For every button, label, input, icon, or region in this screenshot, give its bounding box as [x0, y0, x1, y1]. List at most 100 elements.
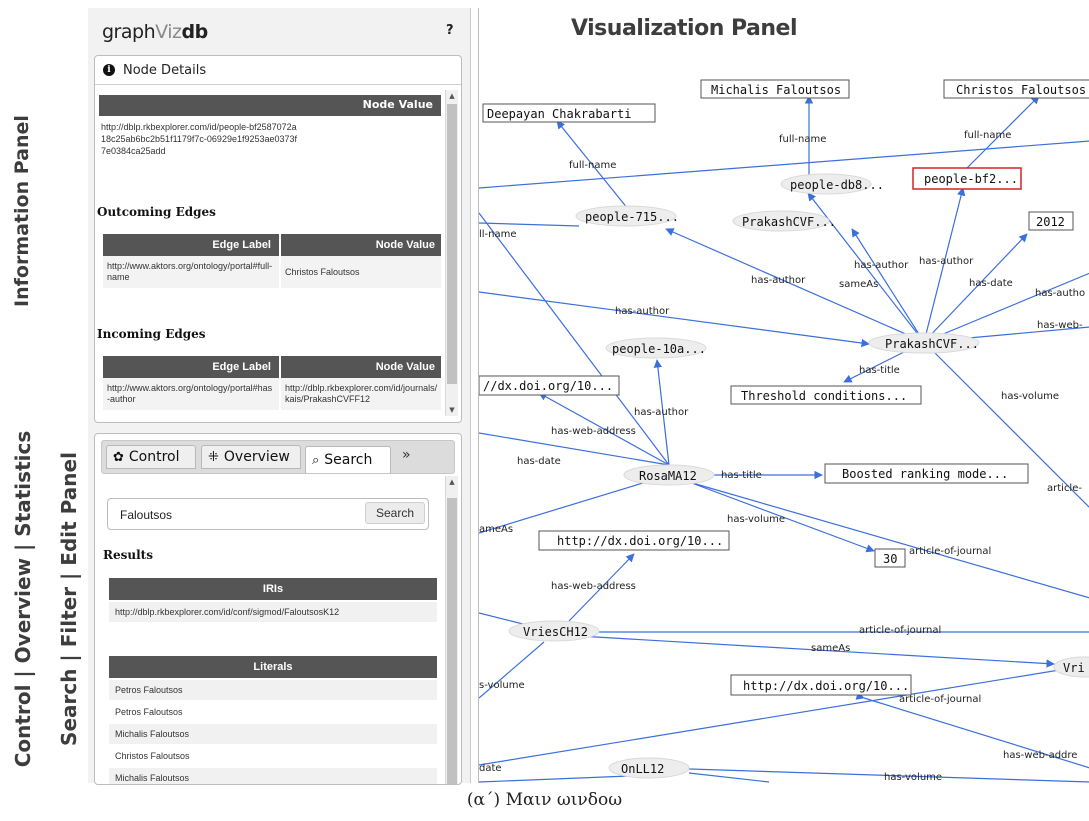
graph-node[interactable]: //dx.doi.org/10...	[479, 375, 620, 396]
graph-node[interactable]: people-db8...	[780, 173, 884, 195]
svg-text:Vri: Vri	[1063, 661, 1085, 675]
tab-search[interactable]: ⌕ Search	[305, 446, 391, 473]
iri-item[interactable]: http://dblp.rkbexplorer.com/id/conf/sigm…	[109, 602, 437, 622]
svg-text:OnLL12: OnLL12	[621, 762, 664, 776]
gear-icon: ✿	[113, 449, 124, 465]
node-details-scrollbar[interactable]: ▲ ▼	[445, 90, 458, 416]
logo: graphVizdb	[102, 21, 208, 43]
svg-text:Deepayan Chakrabarti: Deepayan Chakrabarti	[487, 107, 632, 121]
scroll-up-icon[interactable]: ▲	[446, 476, 458, 488]
graph-canvas[interactable]: full-name full-name full-name ll-name ha…	[479, 8, 1089, 783]
graph-node[interactable]: PrakashCVF...	[732, 210, 836, 232]
edge-label: has-volume	[727, 514, 785, 525]
help-icon[interactable]: ?	[446, 23, 454, 38]
search-button[interactable]: Search	[365, 502, 425, 524]
svg-text:http://dx.doi.org/10...: http://dx.doi.org/10...	[557, 534, 723, 548]
svg-text:VriesCH12: VriesCH12	[523, 625, 588, 639]
graph-node[interactable]: Deepayan Chakrabarti	[482, 103, 656, 123]
scroll-thumb[interactable]	[447, 104, 457, 384]
edge-label: has-web-addre	[1003, 750, 1077, 761]
literals-header: Literals	[109, 656, 437, 678]
svg-text:Boosted ranking mode...: Boosted ranking mode...	[842, 467, 1008, 481]
left-panel: graphVizdb ? i Node Details Node Value h…	[88, 8, 471, 785]
table-row[interactable]: http://www.aktors.org/ontology/portal#fu…	[103, 256, 441, 288]
control-panel-caption-line1: Control | Overview | Statistics	[11, 430, 35, 768]
edge-label: has-web-	[1037, 320, 1083, 331]
scroll-up-icon[interactable]: ▲	[446, 90, 458, 102]
svg-text://dx.doi.org/10...: //dx.doi.org/10...	[483, 379, 613, 393]
graph-node[interactable]: 2012	[1028, 211, 1074, 231]
svg-text:Christos Faloutsos: Christos Faloutsos	[956, 83, 1086, 97]
figure-caption: (α΄) Μαιν ωινδοω	[466, 790, 623, 810]
edge-label: has-date	[969, 278, 1013, 289]
edge-label: article-	[1047, 483, 1082, 494]
scroll-down-icon[interactable]: ▼	[446, 404, 458, 416]
edge-label: article-of-journal	[909, 546, 991, 557]
edge-label: full-name	[779, 134, 826, 145]
graph-node[interactable]: Vri	[1053, 656, 1089, 678]
graph-node[interactable]: Michalis Faloutsos	[700, 79, 850, 99]
edge-label: ll-name	[479, 229, 517, 240]
graph-node[interactable]: VriesCH12	[508, 620, 600, 642]
info-icon: i	[103, 64, 115, 76]
outgoing-edges-title: Outcoming Edges	[97, 205, 216, 219]
literal-item[interactable]: Christos Faloutsos	[109, 746, 437, 766]
graph-node[interactable]: http://dx.doi.org/10...	[538, 530, 730, 551]
search-box: Search	[107, 498, 429, 530]
graph-node[interactable]: people-715...	[575, 205, 679, 227]
tab-control[interactable]: ✿ Control	[106, 445, 196, 469]
edge	[658, 767, 1089, 783]
literal-item[interactable]: Michalis Faloutsos	[109, 768, 437, 784]
table-row[interactable]: http://www.aktors.org/ontology/portal#ha…	[103, 378, 441, 410]
edge-label-cell: http://www.aktors.org/ontology/portal#fu…	[103, 256, 279, 288]
node-value-text: http://dblp.rkbexplorer.com/id/people-bf…	[101, 122, 298, 156]
edge-label: has-volume	[1001, 391, 1059, 402]
svg-text:people-bf2...: people-bf2...	[924, 172, 1018, 186]
graph-node-selected[interactable]: people-bf2...	[912, 167, 1022, 190]
edge-label: article-of-journal	[899, 694, 981, 705]
edge-label-cell: http://www.aktors.org/ontology/portal#ha…	[103, 378, 279, 410]
svg-text:PrakashCVF...: PrakashCVF...	[885, 337, 979, 351]
literal-item[interactable]: Petros Faloutsos	[109, 702, 437, 722]
graph-node[interactable]: RosaMA12	[623, 464, 715, 486]
node-value-col-header: Node Value	[281, 234, 441, 256]
graph-node[interactable]: Threshold conditions...	[730, 385, 922, 405]
edge-label: date	[479, 763, 502, 774]
node-value-cell[interactable]: http://dblp.rkbexplorer.com/id/journals/…	[281, 378, 441, 410]
edge	[479, 775, 630, 783]
svg-text:30: 30	[883, 552, 897, 566]
edge-label: has-title	[859, 365, 900, 376]
incoming-edges-title: Incoming Edges	[97, 327, 206, 341]
graph-node[interactable]: people-10a...	[605, 337, 707, 359]
search-icon: ⌕	[312, 452, 320, 468]
scroll-thumb[interactable]	[447, 498, 457, 784]
graph-node[interactable]: http://dx.doi.org/10...	[730, 674, 912, 696]
tab-overview[interactable]: ⁜ Overview	[201, 445, 301, 469]
svg-text:people-db8...: people-db8...	[790, 178, 884, 192]
control-scrollbar[interactable]: ▲	[445, 476, 458, 784]
graph-node[interactable]: 30	[874, 548, 906, 568]
search-input[interactable]	[118, 505, 362, 525]
edge	[688, 772, 770, 783]
graph-node[interactable]: OnLL12	[608, 757, 690, 779]
graph-node[interactable]: Boosted ranking mode...	[824, 463, 1029, 484]
edge-label: full-name	[964, 130, 1011, 141]
svg-text:Threshold conditions...: Threshold conditions...	[741, 389, 907, 403]
edge-label: has-title	[721, 470, 762, 481]
more-tabs-icon[interactable]: »	[402, 447, 411, 463]
svg-text:people-715...: people-715...	[585, 210, 679, 224]
edge	[479, 222, 580, 227]
graph-node[interactable]: Christos Faloutsos	[943, 79, 1089, 99]
svg-text:http://dx.doi.org/10...: http://dx.doi.org/10...	[743, 679, 909, 693]
visualization-panel[interactable]: Visualization Panel full-name full-name …	[478, 8, 1089, 783]
edge-label: has-autho	[1035, 288, 1085, 299]
edge	[479, 291, 870, 348]
outgoing-edges-table: Edge Label Node Value http://www.aktors.…	[101, 234, 441, 288]
edge-label: ameAs	[479, 524, 513, 535]
node-details-body[interactable]: Node Value http://dblp.rkbexplorer.com/i…	[95, 86, 441, 416]
literal-item[interactable]: Petros Faloutsos	[109, 680, 437, 700]
literal-item[interactable]: Michalis Faloutsos	[109, 724, 437, 744]
edge-label: sameAs	[839, 279, 878, 290]
graph-node[interactable]: PrakashCVF...	[868, 332, 980, 354]
node-value-cell[interactable]: Christos Faloutsos	[281, 256, 441, 288]
